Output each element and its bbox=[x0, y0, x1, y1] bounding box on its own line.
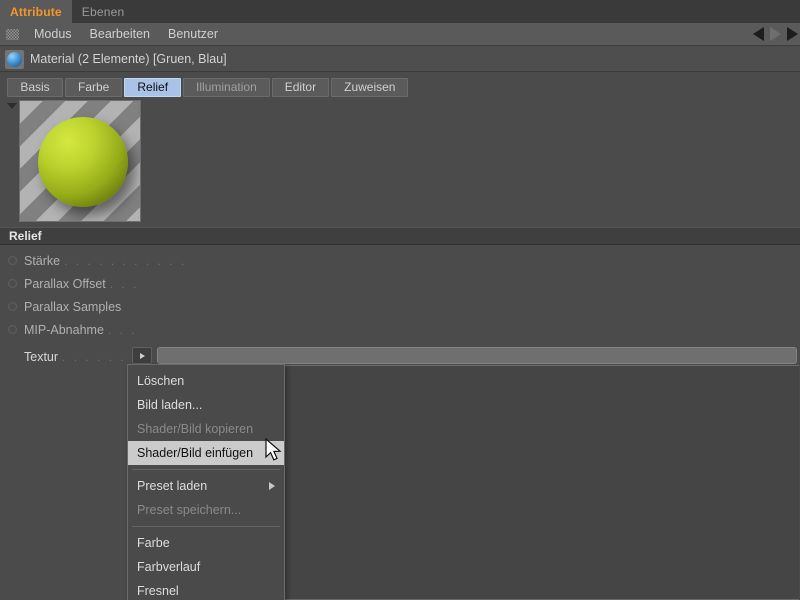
tab-editor[interactable]: Editor bbox=[271, 77, 330, 97]
menu-item-shader-bild-kopieren: Shader/Bild kopieren bbox=[128, 417, 284, 441]
tabstrip-filler bbox=[134, 0, 800, 23]
section-header-label: Relief bbox=[9, 229, 42, 243]
param-label-textur: Textur bbox=[24, 349, 59, 364]
menu-item-preset-laden[interactable]: Preset laden bbox=[128, 474, 284, 498]
menu-item-farbverlauf-label: Farbverlauf bbox=[137, 560, 201, 574]
tab-illumination[interactable]: Illumination bbox=[183, 77, 270, 97]
section-header-relief: Relief bbox=[0, 227, 800, 245]
shader-properties-panel bbox=[282, 365, 799, 600]
menu-item-loeschen-label: Löschen bbox=[137, 374, 185, 388]
preview-row bbox=[0, 99, 800, 226]
menu-item-shader-bild-einfuegen-label: Shader/Bild einfügen bbox=[137, 446, 254, 460]
leader-dots-mip-abnahme: . . . bbox=[107, 322, 138, 337]
chevron-down-icon[interactable] bbox=[7, 103, 17, 109]
menu-benutzer[interactable]: Benutzer bbox=[159, 23, 227, 46]
tab-illumination-label: Illumination bbox=[196, 80, 257, 94]
leader-dots-staerke: . . . . . . . . . . . bbox=[64, 253, 187, 268]
param-row-parallax-samples: Parallax Samples bbox=[0, 296, 800, 317]
texture-path-field[interactable] bbox=[157, 347, 797, 364]
grip-handle-icon[interactable] bbox=[6, 28, 19, 40]
menu-item-farbe-label: Farbe bbox=[137, 536, 170, 550]
menu-separator bbox=[132, 526, 280, 527]
tab-relief-label: Relief bbox=[137, 80, 169, 94]
keyframe-dot-icon[interactable] bbox=[8, 279, 17, 288]
tab-ebenen-label: Ebenen bbox=[81, 4, 125, 19]
menu-modus[interactable]: Modus bbox=[25, 23, 81, 46]
tab-attribute-label: Attribute bbox=[10, 4, 62, 19]
keyframe-dot-icon[interactable] bbox=[8, 256, 17, 265]
nav-forward-icon bbox=[770, 27, 781, 41]
tab-zuweisen[interactable]: Zuweisen bbox=[331, 77, 409, 97]
nav-overflow-icon[interactable] bbox=[787, 27, 798, 41]
nav-back-icon[interactable] bbox=[753, 27, 764, 41]
menu-item-bild-laden[interactable]: Bild laden... bbox=[128, 393, 284, 417]
material-sphere-icon bbox=[5, 49, 24, 69]
menu-item-shader-bild-kopieren-label: Shader/Bild kopieren bbox=[137, 422, 254, 436]
page-title: Material (2 Elemente) [Gruen, Blau] bbox=[30, 52, 227, 66]
menu-item-fresnel-label: Fresnel bbox=[137, 584, 179, 598]
menu-item-preset-speichern: Preset speichern... bbox=[128, 498, 284, 522]
preview-sphere bbox=[38, 117, 128, 207]
menu-item-bild-laden-label: Bild laden... bbox=[137, 398, 203, 412]
material-preview[interactable] bbox=[19, 100, 141, 222]
object-title-bar: Material (2 Elemente) [Gruen, Blau] bbox=[0, 47, 800, 72]
tab-farbe-label: Farbe bbox=[78, 80, 110, 94]
menu-item-farbe[interactable]: Farbe bbox=[128, 531, 284, 555]
menu-item-farbverlauf[interactable]: Farbverlauf bbox=[128, 555, 284, 579]
menu-item-preset-speichern-label: Preset speichern... bbox=[137, 503, 242, 517]
param-row-staerke: Stärke . . . . . . . . . . . bbox=[0, 250, 800, 271]
submenu-arrow-icon bbox=[269, 482, 275, 490]
attribute-manager-window: Attribute Ebenen Modus Bearbeiten Benutz… bbox=[0, 0, 800, 600]
param-label-staerke: Stärke bbox=[24, 253, 61, 268]
menu-item-shader-bild-einfuegen[interactable]: Shader/Bild einfügen bbox=[128, 441, 284, 465]
menubar: Modus Bearbeiten Benutzer bbox=[0, 23, 800, 46]
texture-context-menu: Löschen Bild laden... Shader/Bild kopier… bbox=[127, 364, 285, 600]
keyframe-dot-icon[interactable] bbox=[8, 302, 17, 311]
param-label-parallax-offset: Parallax Offset bbox=[24, 276, 106, 291]
keyframe-dot-icon[interactable] bbox=[8, 325, 17, 334]
menu-item-fresnel[interactable]: Fresnel bbox=[128, 579, 284, 600]
tab-basis-label: Basis bbox=[20, 80, 50, 94]
tab-editor-label: Editor bbox=[284, 80, 317, 94]
panel-tabstrip: Attribute Ebenen bbox=[0, 0, 800, 23]
menu-separator bbox=[132, 469, 280, 470]
param-label-mip-abnahme: MIP-Abnahme bbox=[24, 322, 104, 337]
leader-dots-parallax-offset: . . . bbox=[109, 276, 139, 291]
triangle-right-icon bbox=[139, 352, 145, 359]
param-row-parallax-offset: Parallax Offset . . . bbox=[0, 273, 800, 294]
menu-item-preset-laden-label: Preset laden bbox=[137, 479, 208, 493]
param-label-parallax-samples: Parallax Samples bbox=[24, 299, 122, 314]
texture-menu-button[interactable] bbox=[132, 347, 152, 364]
tab-attribute[interactable]: Attribute bbox=[0, 0, 72, 23]
menu-item-loeschen[interactable]: Löschen bbox=[128, 369, 284, 393]
tab-basis[interactable]: Basis bbox=[7, 77, 63, 97]
param-row-mip-abnahme: MIP-Abnahme . . . bbox=[0, 319, 800, 340]
material-channel-tabs: Basis Farbe Relief Illumination Editor Z… bbox=[0, 76, 800, 98]
menu-bearbeiten[interactable]: Bearbeiten bbox=[81, 23, 159, 46]
tab-relief[interactable]: Relief bbox=[124, 77, 182, 97]
tab-farbe[interactable]: Farbe bbox=[65, 77, 123, 97]
tab-zuweisen-label: Zuweisen bbox=[344, 80, 396, 94]
tab-ebenen[interactable]: Ebenen bbox=[71, 0, 135, 23]
history-nav-group bbox=[753, 27, 800, 41]
